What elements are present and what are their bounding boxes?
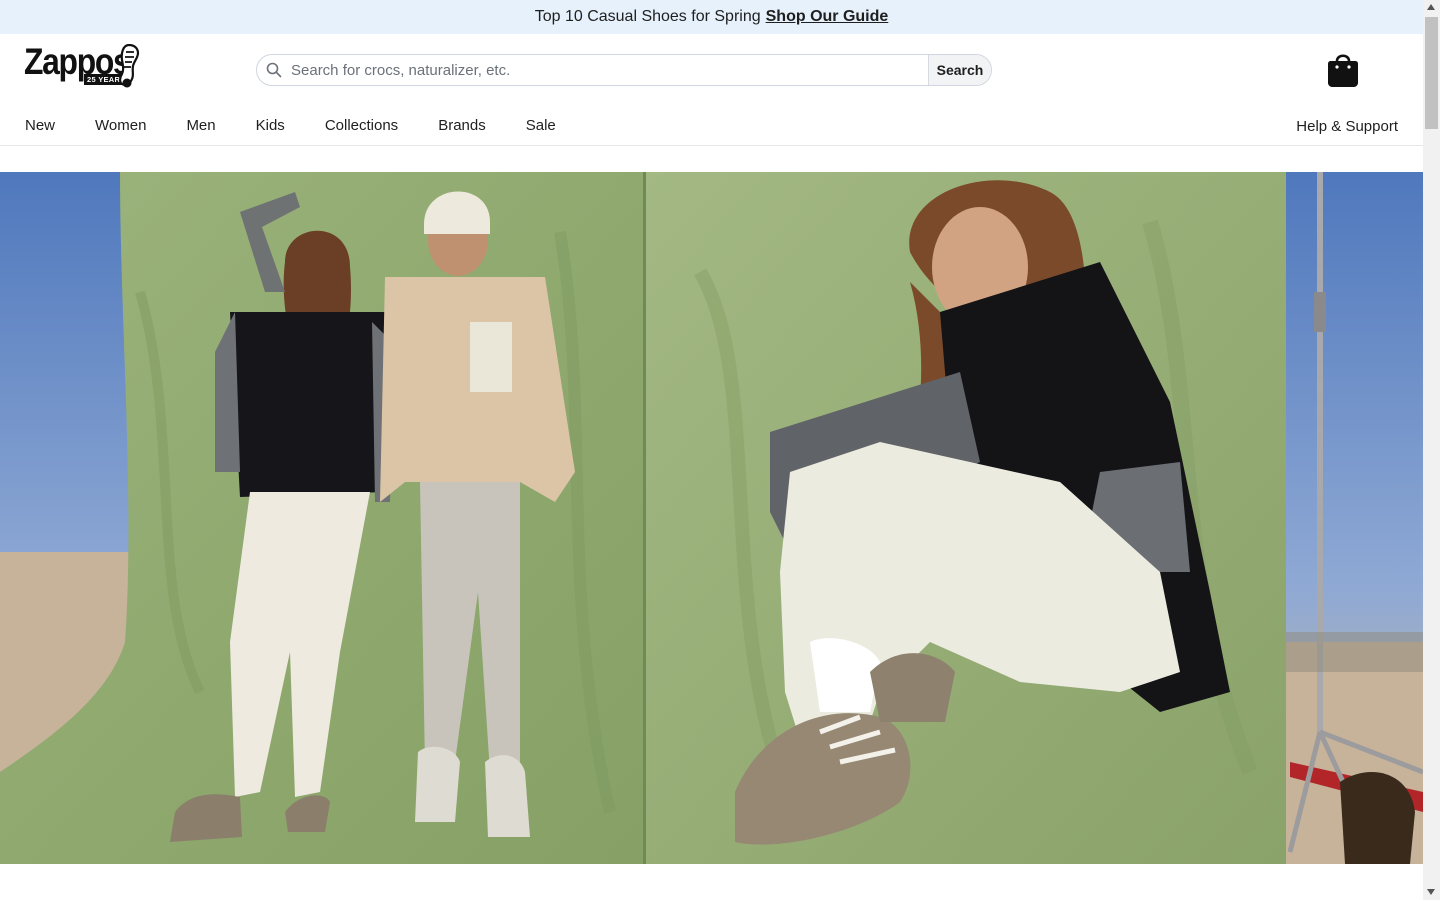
shoe-logo-icon [119,44,140,88]
scroll-down-icon[interactable] [1427,889,1435,895]
promo-link[interactable]: Shop Our Guide [766,8,889,26]
nav-item-collections[interactable]: Collections [325,117,398,134]
promo-banner: Top 10 Casual Shoes for Spring Shop Our … [0,0,1423,34]
nav-item-men[interactable]: Men [186,117,215,134]
promo-text: Top 10 Casual Shoes for Spring [534,8,761,25]
nav-item-new[interactable]: New [25,117,55,134]
help-support-link[interactable]: Help & Support [1296,118,1398,135]
search-bar: Search [256,54,992,86]
shopping-bag-icon[interactable] [1327,50,1359,88]
nav-item-brands[interactable]: Brands [438,117,486,134]
nav-item-women[interactable]: Women [95,117,146,134]
zappos-logo[interactable]: Zappos 25 YEARS [24,42,142,88]
hero-image [0,172,1423,864]
search-button[interactable]: Search [928,55,991,85]
hero-banner[interactable] [0,172,1423,864]
header: Zappos 25 YEARS Search [0,34,1423,106]
main-nav: New Women Men Kids Collections Brands Sa… [0,106,1423,146]
nav-item-sale[interactable]: Sale [526,117,556,134]
nav-item-kids[interactable]: Kids [256,117,285,134]
page-scrollbar[interactable] [1423,0,1440,900]
page: Top 10 Casual Shoes for Spring Shop Our … [0,0,1423,900]
scroll-thumb[interactable] [1425,17,1438,129]
search-input[interactable] [291,55,928,85]
scroll-up-icon[interactable] [1427,4,1435,10]
search-icon [257,55,291,85]
